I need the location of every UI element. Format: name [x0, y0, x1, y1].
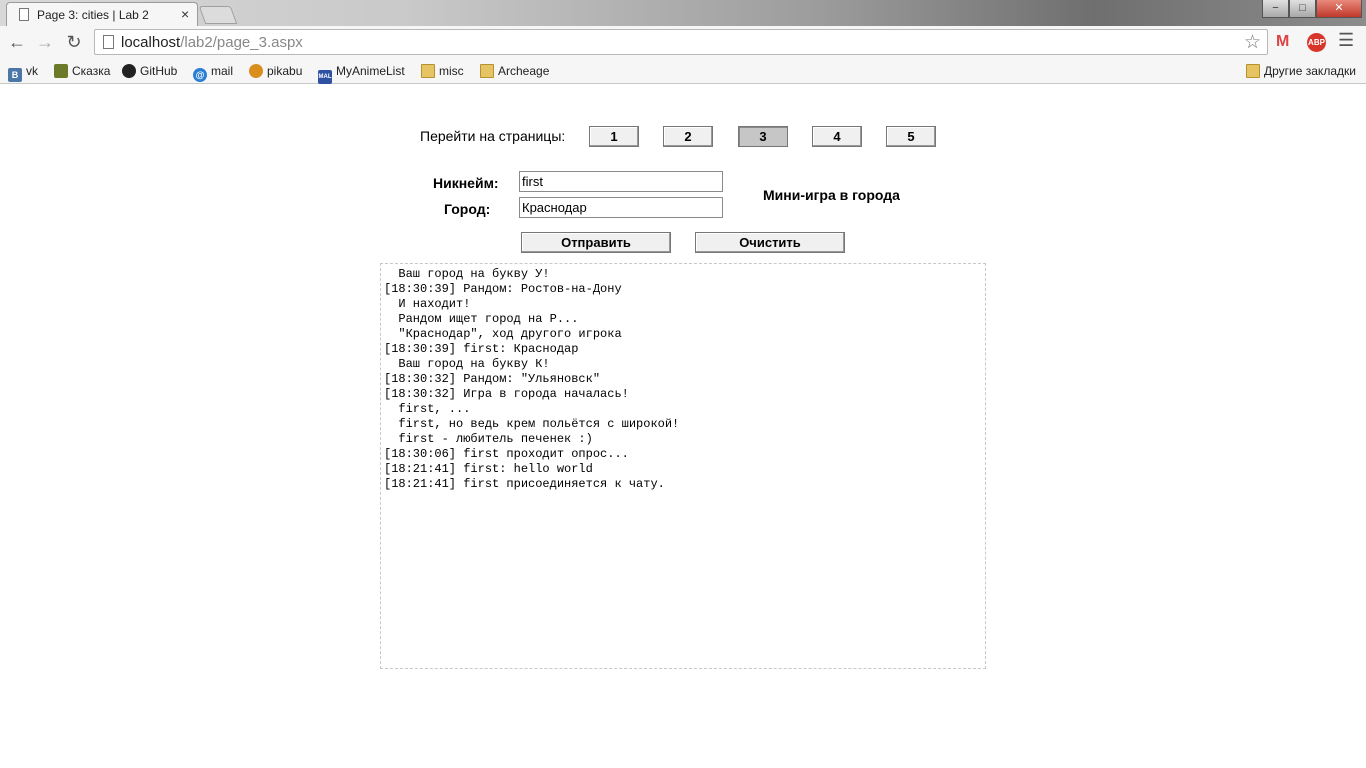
game-title: Мини-игра в города: [763, 187, 900, 203]
adblock-icon[interactable]: ABP: [1307, 33, 1326, 52]
bookmark-github[interactable]: GitHub: [122, 62, 177, 80]
chat-line: Рандом ищет город на Р...: [384, 312, 579, 326]
folder-icon: [1246, 64, 1260, 78]
chat-line: [18:30:39] first: Краснодар: [384, 342, 579, 356]
city-label: Город:: [444, 201, 491, 217]
chat-line: first - любитель печенек :): [384, 432, 593, 446]
bookmark-vk[interactable]: Bvk: [8, 62, 38, 82]
minimize-button[interactable]: −: [1262, 0, 1289, 18]
clear-button[interactable]: Очистить: [695, 232, 845, 253]
forward-arrow-icon[interactable]: →: [33, 30, 57, 54]
chat-line: first, но ведь крем польётся с широкой!: [384, 417, 680, 431]
menu-icon[interactable]: ☰: [1338, 30, 1354, 51]
bookmark-archeage[interactable]: Archeage: [480, 62, 549, 80]
bookmark-myanimelist[interactable]: MAL MyAnimeList: [318, 62, 405, 84]
url-text[interactable]: localhost/lab2/page_3.aspx: [121, 34, 303, 51]
chat-line: Ваш город на букву К!: [384, 357, 550, 371]
folder-icon: [421, 64, 435, 78]
city-input[interactable]: [519, 197, 723, 218]
page-2-button[interactable]: 2: [663, 126, 713, 147]
bookmark-pikabu[interactable]: pikabu: [249, 62, 302, 80]
chat-line: Ваш город на букву У!: [384, 267, 550, 281]
pikabu-icon: [249, 64, 263, 78]
other-bookmarks[interactable]: Другие закладки: [1246, 62, 1356, 80]
chat-log[interactable]: Ваш город на букву У! [18:30:39] Рандом: …: [380, 263, 986, 669]
page-icon: [19, 8, 29, 21]
bookmarks-bar: Bvk Сказка GitHub @ mail pikabu MAL MyAnim…: [0, 58, 1366, 84]
mal-icon: MAL: [318, 70, 332, 84]
page-4-button[interactable]: 4: [812, 126, 862, 147]
page-1-button[interactable]: 1: [589, 126, 639, 147]
github-icon: [122, 64, 136, 78]
nickname-label: Никнейм:: [433, 175, 499, 191]
bookmark-misc[interactable]: misc: [421, 62, 464, 80]
bookmark-star-icon[interactable]: ☆: [1244, 31, 1261, 54]
skazka-icon: [54, 64, 68, 78]
vk-icon: B: [8, 68, 22, 82]
chat-line: [18:30:32] Рандом: "Ульяновск": [384, 372, 601, 386]
pages-label: Перейти на страницы:: [420, 128, 566, 144]
reload-icon[interactable]: ↻: [62, 30, 86, 54]
chat-line: [18:21:41] first: hello world: [384, 462, 593, 476]
mail-icon: @: [193, 68, 207, 82]
page-5-button[interactable]: 5: [886, 126, 936, 147]
address-bar[interactable]: localhost/lab2/page_3.aspx ☆: [94, 29, 1268, 55]
gmail-icon[interactable]: M: [1276, 34, 1289, 50]
nickname-input[interactable]: [519, 171, 723, 192]
back-arrow-icon[interactable]: ←: [5, 30, 29, 54]
chat-line: И находит!: [384, 297, 471, 311]
bookmark-mail[interactable]: @ mail: [193, 62, 233, 82]
bookmark-skazka[interactable]: Сказка: [54, 62, 110, 80]
chat-line: [18:30:32] Игра в города началась!: [384, 387, 629, 401]
close-window-button[interactable]: ✕: [1316, 0, 1362, 18]
submit-button[interactable]: Отправить: [521, 232, 671, 253]
new-tab-button[interactable]: [198, 6, 238, 24]
title-bar: Page 3: cities | Lab 2 × − □ ✕: [0, 0, 1366, 26]
close-tab-icon[interactable]: ×: [181, 6, 189, 22]
maximize-button[interactable]: □: [1289, 0, 1316, 18]
chat-line: [18:30:06] first проходит опрос...: [384, 447, 629, 461]
folder-icon: [480, 64, 494, 78]
page-icon: [103, 35, 114, 49]
page-3-button[interactable]: 3: [738, 126, 788, 147]
chat-line: [18:21:41] first присоединяется к чату.: [384, 477, 665, 491]
browser-tab[interactable]: Page 3: cities | Lab 2 ×: [6, 2, 198, 26]
tab-title: Page 3: cities | Lab 2: [37, 8, 149, 22]
chat-line: "Краснодар", ход другого игрока: [384, 327, 622, 341]
chat-line: first, ...: [384, 402, 471, 416]
browser-toolbar: ← → ↻ localhost/lab2/page_3.aspx ☆ M ☰: [0, 26, 1366, 58]
chat-line: [18:30:39] Рандом: Ростов-на-Дону: [384, 282, 622, 296]
